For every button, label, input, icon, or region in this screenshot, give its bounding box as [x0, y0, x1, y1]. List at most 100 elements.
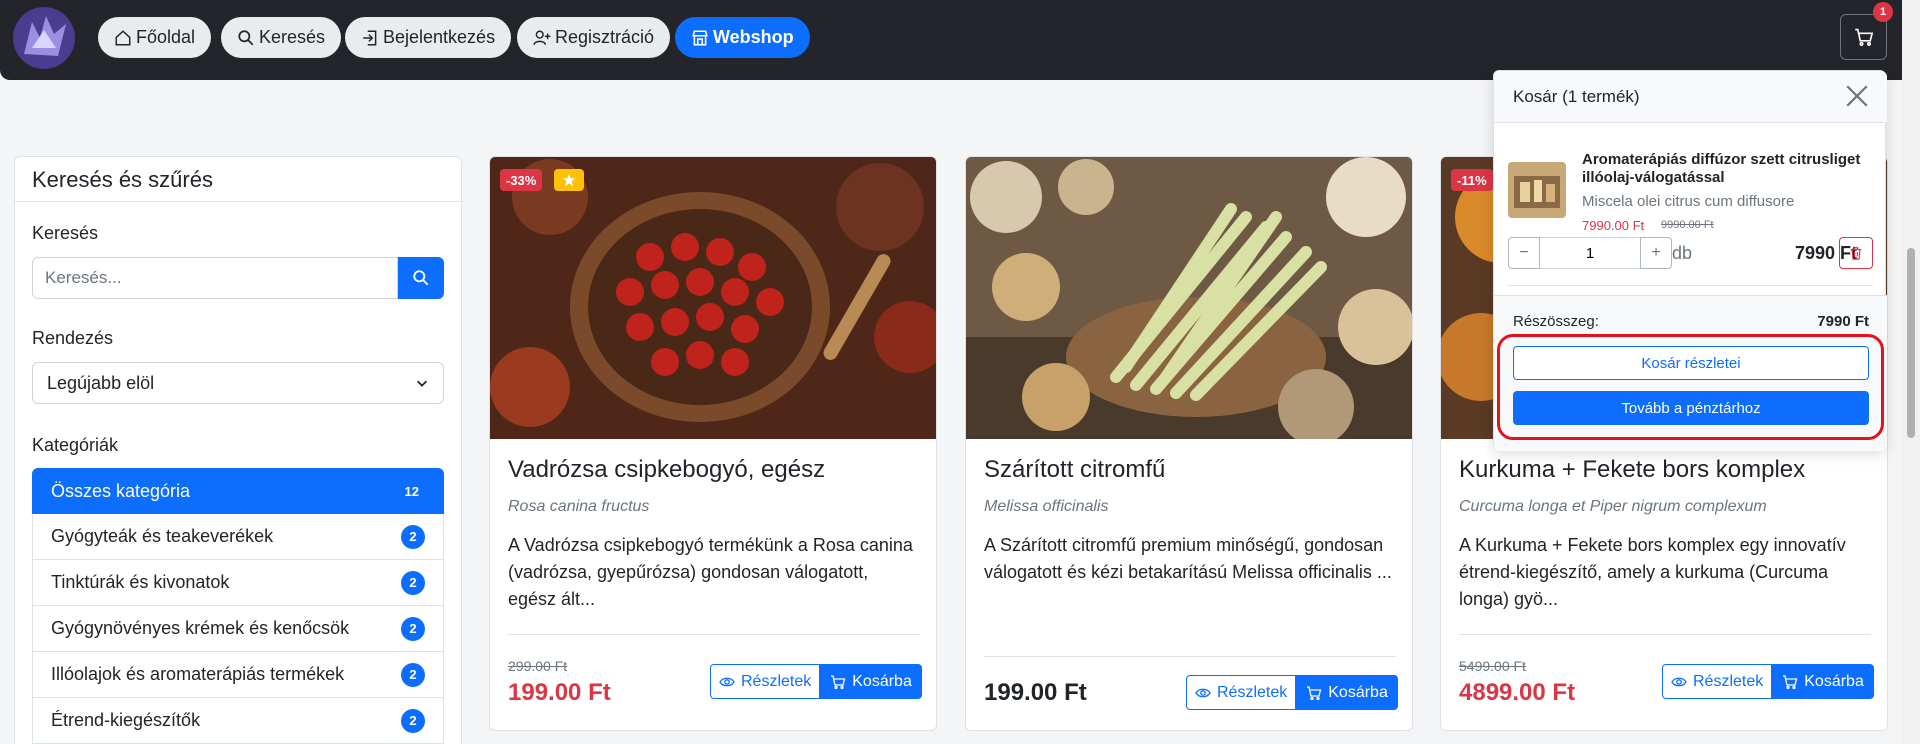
nav-webshop[interactable]: Webshop	[675, 17, 810, 58]
nav-login[interactable]: Bejelentkezés	[345, 17, 512, 58]
chevron-down-icon	[417, 380, 427, 387]
product-description: A Vadrózsa csipkebogyó termékünk a Rosa …	[508, 535, 913, 609]
category-item-supplements[interactable]: Étrend-kiegészítők 2	[32, 698, 444, 744]
cart-icon	[1854, 28, 1873, 46]
cart-item-name: Aromaterápiás diffúzor szett citrusliget…	[1582, 151, 1861, 186]
category-count-badge: 2	[401, 524, 425, 549]
decrease-quantity-button[interactable]: −	[1508, 237, 1540, 269]
eye-icon	[719, 677, 735, 686]
product-image-rosehip[interactable]	[490, 157, 937, 439]
sort-select[interactable]: Legújabb elöl	[32, 362, 444, 404]
details-button[interactable]: Részletek	[1186, 675, 1297, 710]
details-button-label: Részletek	[1693, 672, 1764, 690]
category-label: Illóolajok és aromaterápiás termékek	[51, 664, 345, 684]
category-label: Összes kategória	[51, 480, 191, 501]
product-actions: Részletek Kosárba	[1186, 675, 1398, 710]
search-label: Keresés	[32, 223, 99, 243]
quantity-stepper: − +	[1508, 237, 1672, 269]
category-item-oils[interactable]: Illóolajok és aromaterápiás termékek 2	[32, 652, 444, 698]
home-icon	[115, 29, 131, 45]
remove-item-button[interactable]	[1839, 237, 1873, 269]
trash-icon	[1850, 247, 1862, 260]
discount-badge: -11%	[1451, 169, 1493, 191]
login-icon	[363, 30, 377, 45]
category-count-badge: 2	[401, 616, 425, 641]
divider	[984, 656, 1396, 657]
category-item-creams[interactable]: Gyógynövényes krémek és kenőcsök 2	[32, 606, 444, 652]
cart-icon	[1783, 674, 1798, 689]
product-image-lemon-balm[interactable]	[966, 157, 1413, 439]
highlight-annotation	[1497, 334, 1884, 440]
navbar: Főoldal Keresés Bejelentkezés Regisztrác…	[0, 0, 1920, 80]
product-latin-name: Curcuma longa et Piper nigrum complexum	[1459, 498, 1767, 515]
sort-label: Rendezés	[32, 328, 114, 348]
nav-register[interactable]: Regisztráció	[517, 17, 671, 58]
cart-header: Kosár (1 termék)	[1494, 71, 1887, 123]
divider	[1459, 634, 1871, 635]
product-title[interactable]: Vadrózsa csipkebogyó, egész	[508, 456, 825, 484]
scrollbar-thumb[interactable]	[1907, 248, 1915, 438]
product-actions: Részletek Kosárba	[710, 664, 922, 699]
product-old-price: 299.00 Ft	[508, 658, 568, 674]
user-plus-icon	[533, 30, 551, 45]
category-label: Étrend-kiegészítők	[51, 710, 201, 730]
star-icon	[562, 173, 576, 187]
nav-register-label: Regisztráció	[555, 27, 655, 47]
filter-sidebar: Keresés és szűrés Keresés Rendezés Legúj…	[14, 156, 463, 744]
add-to-cart-button[interactable]: Kosárba	[1772, 664, 1874, 699]
cart-item-latin-name: Miscela olei citrus cum diffusore	[1582, 193, 1795, 210]
category-item-teas[interactable]: Gyógyteák és teakeverékek 2	[32, 514, 444, 560]
product-description: A Kurkuma + Fekete bors komplex egy inno…	[1459, 535, 1846, 609]
category-count-badge: 2	[401, 570, 425, 595]
search-group	[32, 257, 444, 299]
search-input[interactable]	[32, 257, 398, 299]
divider	[508, 634, 920, 635]
shop-icon	[692, 29, 708, 46]
product-title[interactable]: Szárított citromfű	[984, 456, 1165, 484]
details-button[interactable]: Részletek	[710, 664, 821, 699]
product-price: 199.00 Ft	[508, 679, 611, 706]
nav-webshop-label: Webshop	[713, 27, 794, 47]
product-card: -33% Vadrózsa csipkebogyó, egész Rosa ca…	[489, 156, 937, 731]
divider	[15, 201, 463, 202]
add-to-cart-button[interactable]: Kosárba	[1296, 675, 1398, 710]
cart-icon	[1307, 685, 1322, 700]
product-price: 199.00 Ft	[984, 679, 1087, 706]
logo-icon[interactable]	[10, 4, 78, 72]
category-label: Gyógynövényes krémek és kenőcsök	[51, 618, 350, 638]
category-item-all[interactable]: Összes kategória 12	[32, 468, 444, 514]
product-old-price: 5499.00 Ft	[1459, 658, 1526, 674]
divider	[1508, 285, 1873, 286]
category-count-badge: 2	[401, 708, 425, 733]
close-icon[interactable]	[1844, 83, 1870, 109]
details-button-label: Részletek	[741, 672, 812, 690]
product-card: Szárított citromfű Melissa officinalis A…	[965, 156, 1413, 731]
nav-home[interactable]: Főoldal	[98, 17, 212, 58]
nav-login-label: Bejelentkezés	[383, 27, 496, 47]
nav-search[interactable]: Keresés	[221, 17, 342, 58]
increase-quantity-button[interactable]: +	[1640, 237, 1672, 269]
discount-badge: -33%	[500, 169, 543, 191]
product-latin-name: Rosa canina fructus	[508, 498, 650, 515]
product-latin-name: Melissa officinalis	[984, 498, 1109, 515]
add-to-cart-label: Kosárba	[852, 672, 912, 690]
eye-icon	[1195, 688, 1211, 697]
details-button[interactable]: Részletek	[1662, 664, 1773, 699]
product-actions: Részletek Kosárba	[1662, 664, 1874, 699]
search-button[interactable]	[398, 257, 444, 299]
featured-badge	[554, 169, 584, 191]
add-to-cart-button[interactable]: Kosárba	[820, 664, 922, 699]
cart-item-price: 7990.00 Ft	[1582, 218, 1645, 233]
nav-home-label: Főoldal	[136, 27, 196, 47]
product-title[interactable]: Kurkuma + Fekete bors komplex	[1459, 456, 1805, 484]
category-item-tinctures[interactable]: Tinktúrák és kivonatok 2	[32, 560, 444, 606]
nav-search-label: Keresés	[259, 27, 326, 47]
quantity-input[interactable]	[1540, 237, 1640, 269]
product-price: 4899.00 Ft	[1459, 679, 1576, 706]
add-to-cart-label: Kosárba	[1804, 672, 1864, 690]
product-description: A Szárított citromfű premium minőségű, g…	[984, 535, 1392, 582]
details-button-label: Részletek	[1217, 683, 1288, 701]
add-to-cart-label: Kosárba	[1328, 683, 1388, 701]
eye-icon	[1671, 677, 1687, 686]
search-icon	[413, 270, 429, 286]
